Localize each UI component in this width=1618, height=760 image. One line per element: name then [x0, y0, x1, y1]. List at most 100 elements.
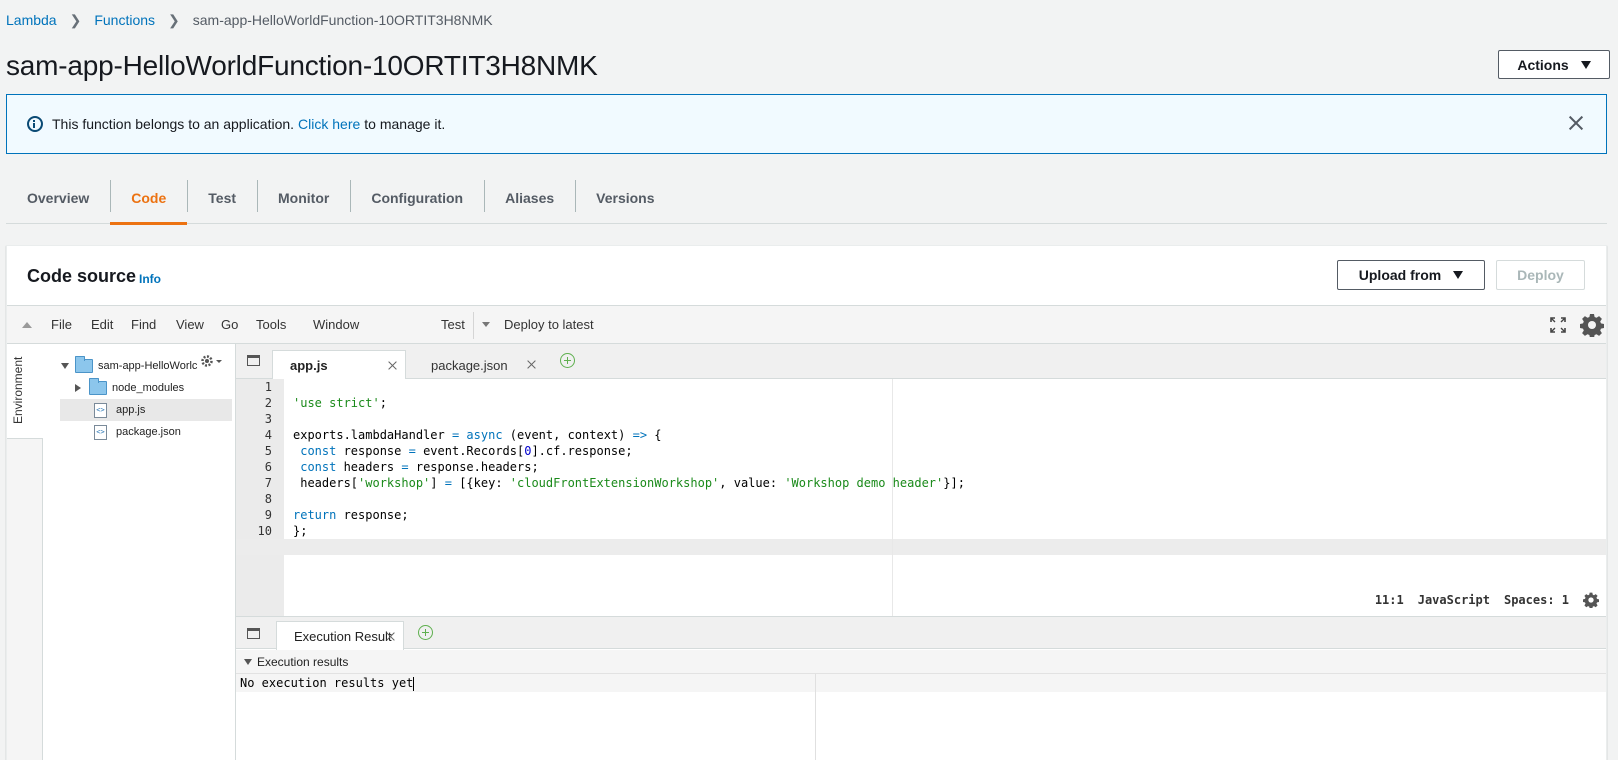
line-number: 2 [264, 396, 272, 410]
text-cursor [413, 676, 415, 691]
code-line[interactable]: const headers = response.headers; [293, 459, 538, 475]
test-run-button[interactable]: Test [441, 317, 465, 332]
execution-results-output: No execution results yet [236, 674, 1606, 692]
collapse-icon[interactable] [22, 322, 32, 328]
menu-go[interactable]: Go [221, 317, 238, 332]
add-tab-icon[interactable] [560, 353, 575, 368]
execution-result-tab[interactable]: Execution Result [276, 621, 404, 650]
line-number: 10 [257, 524, 272, 538]
language-mode[interactable]: JavaScript [1418, 593, 1490, 607]
results-tab-bar: Execution Result [236, 617, 1606, 650]
menu-edit[interactable]: Edit [91, 317, 113, 332]
breadcrumb-current: sam-app-HelloWorldFunction-10ORTIT3H8NMK [192, 12, 493, 28]
close-icon[interactable] [388, 361, 397, 370]
actions-button[interactable]: Actions [1498, 50, 1610, 79]
tab-list-icon[interactable] [247, 355, 260, 366]
gear-icon[interactable] [1580, 313, 1604, 337]
line-number: 3 [264, 412, 272, 426]
cursor-position[interactable]: 11:1 [1375, 593, 1404, 607]
menu-view[interactable]: View [176, 317, 204, 332]
indent-setting[interactable]: Spaces: 1 [1504, 593, 1569, 607]
tree-item-label: package.json [116, 426, 181, 438]
close-icon[interactable] [1566, 113, 1586, 133]
editor-tab-label: app.js [290, 358, 328, 373]
code-line[interactable]: }; [293, 523, 307, 539]
code-source-panel: Code source Info Upload from Deploy File… [6, 245, 1607, 760]
tab-configuration[interactable]: Configuration [350, 172, 484, 224]
tree-root-folder[interactable]: sam-app-HelloWorlc [61, 355, 197, 377]
execution-result-label: Execution Result [294, 628, 392, 644]
line-number: 1 [264, 380, 272, 394]
code-text-area[interactable]: 'use strict'; exports.lambdaHandler = asy… [236, 379, 1606, 616]
caret-down-icon[interactable] [482, 322, 490, 327]
file-tree: sam-app-HelloWorlc node_modules <> app.j… [43, 344, 236, 760]
environment-sidebar: Environment [7, 344, 43, 760]
gear-icon[interactable] [201, 354, 223, 368]
code-line[interactable]: headers['workshop'] = [{key: 'cloudFront… [293, 475, 965, 491]
divider [815, 674, 816, 760]
code-line[interactable]: return response; [293, 507, 409, 523]
folder-icon [75, 356, 93, 373]
tab-monitor[interactable]: Monitor [257, 172, 350, 224]
actions-label: Actions [1517, 56, 1569, 73]
ide-menubar: File Edit Find View Go Tools Window Test… [7, 306, 1606, 344]
cloud9-ide: File Edit Find View Go Tools Window Test… [7, 305, 1606, 760]
application-info-alert: This function belongs to an application.… [6, 94, 1607, 154]
print-margin [892, 379, 893, 616]
tab-versions[interactable]: Versions [575, 172, 675, 224]
execution-results-panel: Execution Result Execution results No ex… [236, 616, 1606, 760]
line-number: 6 [264, 460, 272, 474]
line-number: 4 [264, 428, 272, 442]
tab-test[interactable]: Test [187, 172, 257, 224]
manage-application-link[interactable]: Click here [298, 116, 360, 132]
upload-from-label: Upload from [1358, 267, 1442, 283]
line-number: 7 [264, 476, 272, 490]
page-title: sam-app-HelloWorldFunction-10ORTIT3H8NMK [6, 50, 598, 81]
expand-arrow-icon [61, 363, 69, 369]
menu-find[interactable]: Find [131, 317, 156, 332]
fullscreen-icon[interactable] [1550, 317, 1566, 333]
deploy-to-latest-button[interactable]: Deploy to latest [504, 317, 594, 332]
environment-label: Environment [11, 356, 25, 424]
js-file-icon: <> [94, 402, 107, 418]
close-icon[interactable] [527, 360, 536, 369]
tab-aliases[interactable]: Aliases [484, 172, 575, 224]
divider [473, 312, 474, 339]
code-source-title: Code source [27, 266, 137, 286]
line-number: 9 [264, 508, 272, 522]
code-line[interactable]: const response = event.Records[0].cf.res… [293, 443, 632, 459]
code-line[interactable]: exports.lambdaHandler = async (event, co… [293, 427, 662, 443]
code-line[interactable]: 'use strict'; [293, 395, 387, 411]
breadcrumb-functions[interactable]: Functions [94, 12, 155, 28]
tree-item-label: app.js [116, 404, 146, 416]
menu-file[interactable]: File [51, 317, 72, 332]
tree-item-app-js[interactable]: <> app.js [60, 399, 232, 421]
function-tabs: Overview Code Test Monitor Configuration… [6, 172, 1607, 225]
deploy-button[interactable]: Deploy [1496, 260, 1585, 290]
menu-tools[interactable]: Tools [256, 317, 286, 332]
tree-item-package-json[interactable]: <> package.json [94, 421, 181, 443]
editor-tab-package-json[interactable]: package.json [414, 350, 544, 380]
menu-window[interactable]: Window [313, 317, 359, 332]
info-link[interactable]: Info [139, 272, 161, 286]
tab-code[interactable]: Code [110, 172, 188, 225]
active-line-highlight [236, 539, 1606, 555]
environment-tab[interactable]: Environment [7, 344, 43, 439]
tab-list-icon[interactable] [247, 628, 260, 639]
gear-icon[interactable] [1583, 592, 1599, 608]
close-icon[interactable] [386, 632, 395, 641]
breadcrumb-lambda[interactable]: Lambda [6, 12, 57, 28]
add-tab-icon[interactable] [418, 625, 433, 640]
alert-text: This function belongs to an application. [52, 116, 295, 132]
execution-results-header[interactable]: Execution results [236, 650, 1606, 674]
editor-tab-app-js[interactable]: app.js [272, 350, 406, 380]
tab-overview[interactable]: Overview [6, 172, 110, 224]
alert-text-suffix: to manage it. [364, 116, 446, 132]
chevron-right-icon: ❯ [168, 11, 180, 28]
tree-item-node-modules[interactable]: node_modules [75, 377, 184, 399]
json-file-icon: <> [94, 424, 107, 440]
upload-from-button[interactable]: Upload from [1337, 260, 1485, 290]
folder-icon [89, 378, 107, 395]
breadcrumb: Lambda ❯ Functions ❯ sam-app-HelloWorldF… [6, 10, 493, 30]
info-icon [27, 116, 43, 132]
